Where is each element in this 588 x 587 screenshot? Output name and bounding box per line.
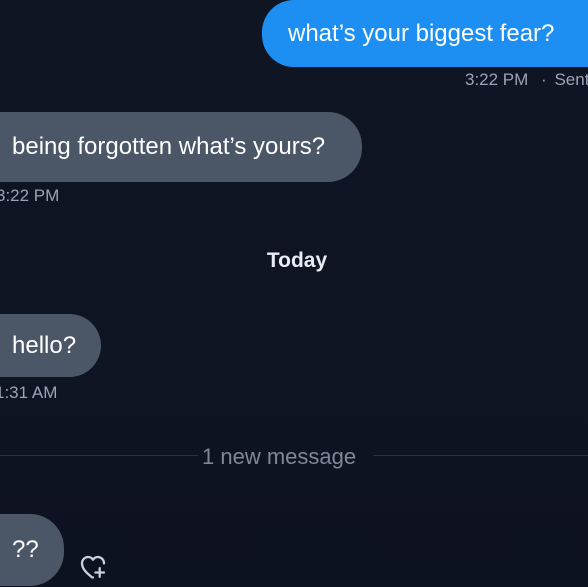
incoming-message-time: 3:22 PM — [0, 186, 60, 205]
outgoing-message-time: 3:22 PM — [465, 70, 529, 89]
incoming-message-text: ?? — [12, 536, 39, 563]
sent-status: Sent — [554, 70, 588, 89]
outgoing-message-bubble[interactable]: what’s your biggest fear? — [262, 0, 588, 67]
incoming-message-bubble[interactable]: being forgotten what’s yours? — [0, 112, 362, 182]
incoming-message-time: 1:31 AM — [0, 383, 58, 402]
heart-plus-icon[interactable] — [75, 548, 111, 584]
meta-separator: · — [541, 70, 547, 89]
new-message-label: 1 new message — [202, 444, 357, 469]
incoming-message-bubble[interactable]: hello? — [0, 314, 101, 377]
message-thread: what’s your biggest fear? 3:22 PM · Sent… — [0, 0, 588, 587]
outgoing-message-meta: 3:22 PM · Sent — [465, 70, 588, 90]
incoming-message-text: being forgotten what’s yours? — [12, 133, 326, 160]
day-divider: Today — [266, 249, 328, 272]
incoming-message-text: hello? — [12, 331, 77, 359]
incoming-message-bubble[interactable]: ?? — [0, 514, 64, 586]
outgoing-message-text: what’s your biggest fear? — [288, 19, 555, 47]
new-message-divider: 1 new message — [0, 444, 588, 469]
divider-line-right — [373, 455, 588, 456]
divider-line-left — [0, 455, 198, 456]
